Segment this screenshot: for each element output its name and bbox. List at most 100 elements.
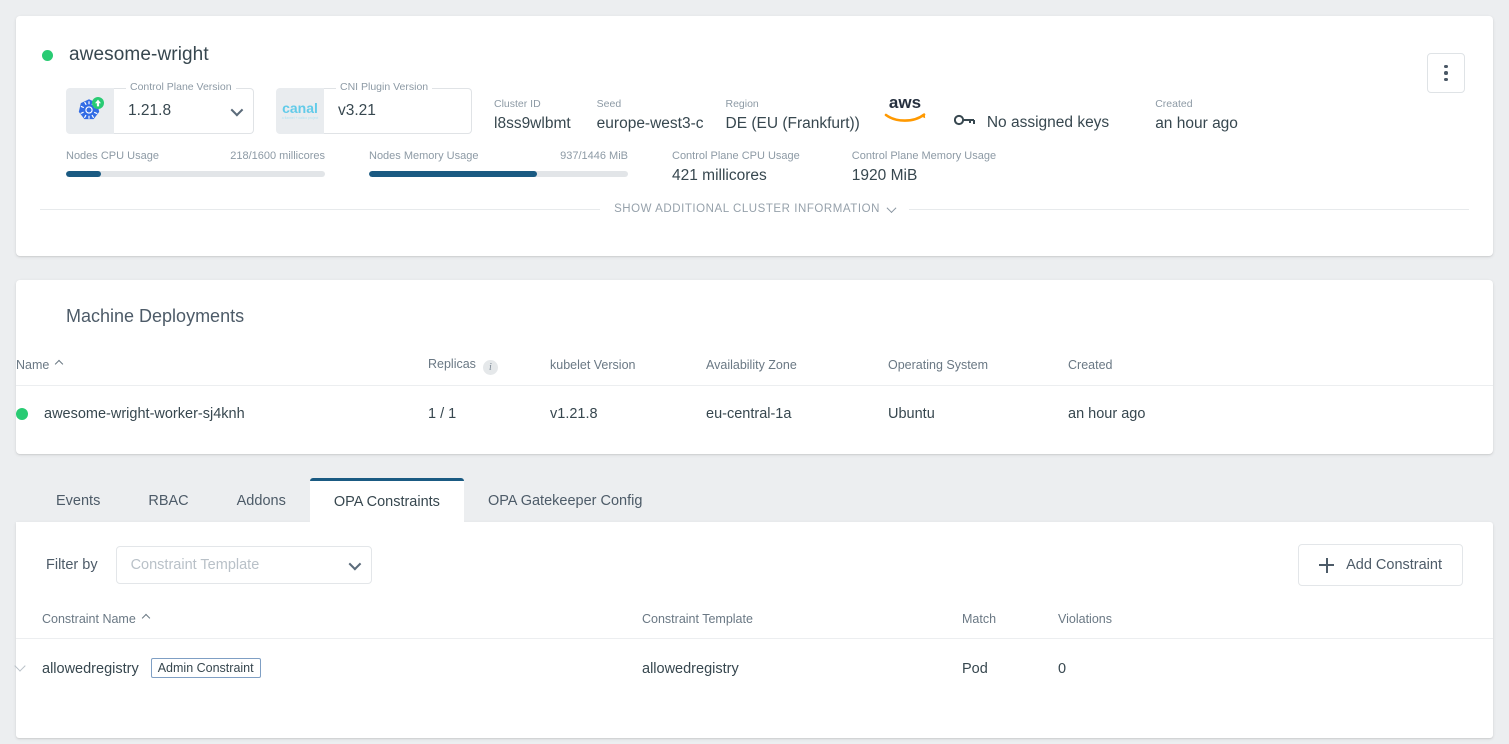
nodes-memory-usage-label: Nodes Memory Usage (369, 150, 478, 162)
kubernetes-upgrade-icon (66, 88, 114, 134)
column-label-replicas: Replicas (428, 357, 476, 371)
add-constraint-button[interactable]: Add Constraint (1298, 544, 1463, 586)
column-header-availability-zone[interactable]: Availability Zone (706, 357, 888, 386)
plus-icon (1319, 558, 1334, 573)
seed-value: europe-west3-c (597, 115, 704, 132)
table-header-row: Name Replicas i kubelet Version Availabil… (16, 357, 1493, 386)
svg-text:a flannel + calico project: a flannel + calico project (282, 116, 319, 120)
region-field: Region DE (EU (Frankfurt)) (726, 98, 860, 134)
cni-plugin-version-group: canal a flannel + calico project CNI Plu… (276, 88, 472, 134)
control-plane-version-value: 1.21.8 (128, 102, 171, 120)
divider-right (909, 209, 1469, 210)
created-value: an hour ago (1155, 115, 1238, 132)
created-label: Created (1155, 98, 1238, 111)
cluster-status-dot (42, 50, 53, 61)
nodes-memory-usage-amount: 937/1446 MiB (560, 150, 628, 162)
table-row[interactable]: allowedregistryAdmin Constraint allowedr… (16, 639, 1493, 680)
tab-events[interactable]: Events (32, 480, 124, 522)
column-header-name[interactable]: Name (16, 357, 428, 386)
opa-constraints-panel: Filter by Constraint Template Add Constr… (16, 522, 1493, 738)
aws-logo: aws (882, 91, 928, 130)
cluster-details-page: awesome-wright (0, 0, 1509, 744)
table-row[interactable]: awesome-wright-worker-sj4knh 1 / 1 v1.21… (16, 386, 1493, 423)
nodes-memory-usage-bar (369, 171, 628, 177)
created-field: Created an hour ago (1155, 98, 1238, 134)
column-header-expand (16, 612, 42, 639)
column-header-kubelet-version[interactable]: kubelet Version (550, 357, 706, 386)
control-plane-memory-usage-label: Control Plane Memory Usage (852, 150, 996, 162)
cell-violations: 0 (1058, 639, 1493, 680)
cluster-id-field: Cluster ID l8ss9wlbmt (494, 98, 571, 134)
kebab-menu-icon (1444, 71, 1448, 75)
constraint-template-filter-placeholder: Constraint Template (131, 557, 260, 573)
nodes-cpu-usage-bar (66, 171, 325, 177)
control-plane-version-select[interactable]: Control Plane Version 1.21.8 (114, 88, 254, 134)
cluster-title-row: awesome-wright (16, 16, 1493, 72)
machine-deployment-status-dot (16, 408, 28, 420)
divider-left (40, 209, 600, 210)
column-header-violations[interactable]: Violations (1058, 612, 1493, 639)
table-header-row: Constraint Name Constraint Template Matc… (16, 612, 1493, 639)
cell-created: an hour ago (1068, 386, 1493, 423)
machine-deployment-name: awesome-wright-worker-sj4knh (44, 406, 245, 422)
cluster-usage-row: Nodes CPU Usage 218/1600 millicores Node… (16, 134, 1493, 185)
cell-kubelet-version: v1.21.8 (550, 386, 706, 423)
tab-opa-gatekeeper-config[interactable]: OPA Gatekeeper Config (464, 480, 667, 522)
tab-opa-constraints[interactable]: OPA Constraints (310, 478, 464, 522)
region-label: Region (726, 98, 860, 111)
tab-rbac[interactable]: RBAC (124, 480, 212, 522)
info-icon[interactable]: i (483, 360, 498, 375)
kebab-menu-icon (1444, 78, 1448, 82)
cni-plugin-version-field[interactable]: CNI Plugin Version v3.21 (324, 88, 472, 134)
column-header-constraint-template[interactable]: Constraint Template (642, 612, 962, 639)
nodes-cpu-usage-meter: Nodes CPU Usage 218/1600 millicores (66, 150, 325, 177)
column-header-created[interactable]: Created (1068, 357, 1493, 386)
cluster-id-label: Cluster ID (494, 98, 571, 111)
seed-field: Seed europe-west3-c (597, 98, 704, 134)
column-header-operating-system[interactable]: Operating System (888, 357, 1068, 386)
show-more-label: SHOW ADDITIONAL CLUSTER INFORMATION (614, 203, 880, 215)
svg-text:canal: canal (282, 100, 318, 116)
kebab-menu-icon (1444, 65, 1448, 69)
cell-replicas: 1 / 1 (428, 386, 550, 423)
cell-operating-system: Ubuntu (888, 386, 1068, 423)
admin-constraint-badge: Admin Constraint (151, 658, 261, 678)
control-plane-memory-usage-value: 1920 MiB (852, 167, 917, 184)
column-header-replicas[interactable]: Replicas i (428, 357, 550, 386)
cluster-info-row: Control Plane Version 1.21.8 canal a fla… (16, 72, 1493, 134)
assigned-keys-value: No assigned keys (987, 114, 1109, 132)
column-label-name: Name (16, 358, 49, 372)
opa-filter-row: Filter by Constraint Template Add Constr… (16, 522, 1493, 586)
cell-constraint-name: allowedregistryAdmin Constraint (42, 639, 642, 680)
svg-text:aws: aws (889, 93, 921, 112)
nodes-cpu-usage-amount: 218/1600 millicores (230, 150, 325, 162)
sort-ascending-icon (142, 614, 150, 622)
cell-constraint-template: allowedregistry (642, 639, 962, 680)
expand-row-button[interactable] (16, 639, 42, 680)
opa-constraints-table: Constraint Name Constraint Template Matc… (16, 612, 1493, 679)
control-plane-cpu-usage-label: Control Plane CPU Usage (672, 150, 800, 162)
nodes-cpu-usage-label: Nodes CPU Usage (66, 150, 159, 162)
cni-plugin-version-value: v3.21 (338, 102, 376, 120)
cluster-id-value: l8ss9wlbmt (494, 115, 571, 132)
chevron-down-icon (14, 660, 25, 671)
cluster-actions-menu-button[interactable] (1427, 53, 1465, 93)
seed-label: Seed (597, 98, 704, 111)
tab-addons[interactable]: Addons (213, 480, 310, 522)
constraint-template-filter-select[interactable]: Constraint Template (116, 546, 372, 584)
machine-deployments-title: Machine Deployments (16, 306, 1493, 327)
show-additional-cluster-information[interactable]: SHOW ADDITIONAL CLUSTER INFORMATION (16, 203, 1493, 215)
region-value: DE (EU (Frankfurt)) (726, 115, 860, 132)
column-header-match[interactable]: Match (962, 612, 1058, 639)
show-more-toggle[interactable]: SHOW ADDITIONAL CLUSTER INFORMATION (600, 203, 909, 215)
control-plane-memory-usage: Control Plane Memory Usage 1920 MiB (852, 150, 996, 185)
column-header-constraint-name[interactable]: Constraint Name (42, 612, 642, 639)
filter-by-label: Filter by (46, 557, 98, 573)
cell-availability-zone: eu-central-1a (706, 386, 888, 423)
column-label-constraint-name: Constraint Name (42, 612, 136, 626)
sort-ascending-icon (55, 360, 63, 368)
control-plane-cpu-usage: Control Plane CPU Usage 421 millicores (672, 150, 800, 185)
chevron-down-icon (887, 203, 897, 213)
cell-name: awesome-wright-worker-sj4knh (16, 386, 428, 423)
cluster-name: awesome-wright (69, 44, 209, 66)
